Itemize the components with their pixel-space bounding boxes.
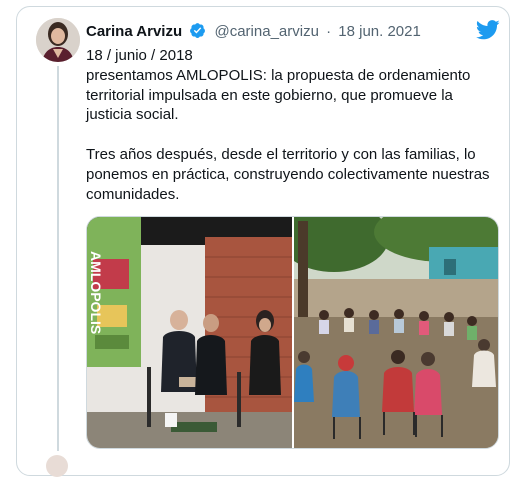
tweet-media[interactable]: AMLOPOLIS — [86, 216, 499, 449]
tweet-paragraph-1: presentamos AMLOPOLIS: la propuesta de o… — [86, 66, 471, 124]
header-separator: · — [326, 23, 332, 40]
avatar[interactable] — [36, 18, 80, 62]
tweet-timestamp[interactable]: 18 jun. 2021 — [338, 23, 421, 40]
panel-photo-image: AMLOPOLIS — [87, 217, 292, 448]
tweet-header: Carina Arvizu @carina_arvizu · 18 jun. 2… — [86, 22, 421, 43]
author-handle[interactable]: @carina_arvizu — [214, 23, 318, 40]
media-photo-community[interactable] — [279, 217, 498, 448]
tweet-paragraph-2: Tres años después, desde el territorio y… — [86, 146, 490, 203]
avatar-photo — [36, 18, 80, 62]
tweet-date-line: 18 / junio / 2018 — [86, 47, 193, 64]
twitter-bird-icon[interactable] — [475, 20, 500, 45]
media-photo-panel[interactable]: AMLOPOLIS — [87, 217, 292, 448]
community-photo-image — [279, 217, 498, 448]
thread-line — [57, 66, 59, 451]
tweet-text: 18 / junio / 2018 presentamos AMLOPOLIS:… — [86, 46, 496, 205]
verified-badge-icon — [189, 22, 206, 43]
panel-sign-text: AMLOPOLIS — [88, 251, 104, 334]
author-name[interactable]: Carina Arvizu — [86, 23, 182, 40]
next-tweet-avatar[interactable] — [46, 455, 68, 477]
